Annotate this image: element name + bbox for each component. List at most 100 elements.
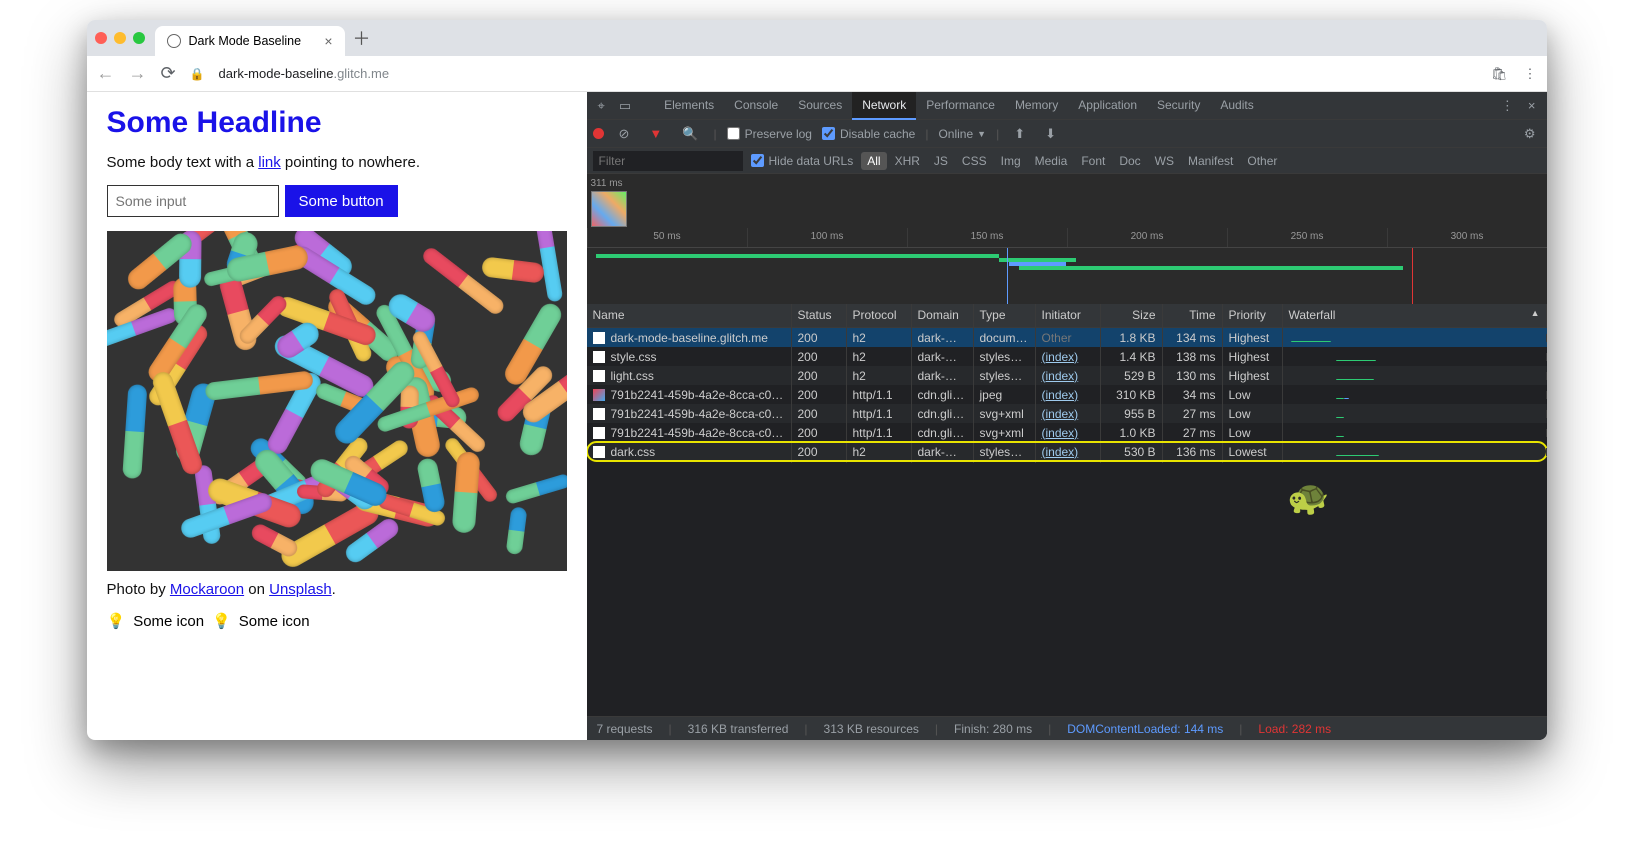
devtools-menu-icon[interactable]: ⋮ (1496, 95, 1519, 117)
overview-bars (587, 248, 1547, 304)
column-header-type[interactable]: Type (974, 304, 1036, 327)
clear-button[interactable]: ⊘ (614, 123, 635, 145)
network-row[interactable]: dark-mode-baseline.glitch.me200h2dark-mo… (587, 328, 1547, 347)
column-header-time[interactable]: Time (1163, 304, 1223, 327)
type-filter-other[interactable]: Other (1241, 152, 1283, 170)
filter-input[interactable] (593, 151, 743, 171)
devtools-tab-application[interactable]: Application (1068, 92, 1147, 120)
devtools-close-icon[interactable]: × (1523, 95, 1541, 117)
bulb-icon: 💡 (212, 612, 231, 630)
ruler-tick: 300 ms (1387, 228, 1547, 247)
network-row[interactable]: style.css200h2dark-mo…stylesheet(index)1… (587, 347, 1547, 366)
transferred-size: 316 KB transferred (688, 722, 789, 736)
type-filter-doc[interactable]: Doc (1113, 152, 1146, 170)
overview-time-badge: 311 ms (591, 178, 627, 189)
record-button[interactable] (593, 128, 604, 139)
filter-toggle-icon[interactable]: ▼ (644, 123, 667, 144)
url-display[interactable]: dark-mode-baseline.glitch.me (219, 66, 390, 81)
type-filter-css[interactable]: CSS (956, 152, 993, 170)
network-row[interactable]: 791b2241-459b-4a2e-8cca-c0fdc2…200http/1… (587, 404, 1547, 423)
devtools-tab-performance[interactable]: Performance (916, 92, 1005, 120)
column-header-status[interactable]: Status (792, 304, 847, 327)
hide-data-urls-checkbox[interactable]: Hide data URLs (751, 154, 854, 168)
new-tab-button[interactable]: ＋ (353, 25, 371, 51)
download-icon[interactable]: ⬇ (1040, 123, 1061, 145)
rendered-page: Some Headline Some body text with a link… (87, 92, 587, 740)
dcl-time: DOMContentLoaded: 144 ms (1067, 722, 1223, 736)
network-settings-icon[interactable]: ⚙ (1519, 123, 1541, 145)
disable-cache-checkbox[interactable]: Disable cache (822, 127, 915, 141)
maximize-window-button[interactable] (133, 32, 145, 44)
type-filter-all[interactable]: All (861, 152, 886, 170)
browser-tab-strip: Dark Mode Baseline × ＋ (87, 20, 1547, 56)
type-filter-font[interactable]: Font (1075, 152, 1111, 170)
window-controls (95, 32, 145, 44)
device-toolbar-icon[interactable]: ▭ (614, 95, 636, 117)
globe-icon (167, 34, 181, 48)
caption-source-link[interactable]: Unsplash (269, 581, 332, 598)
network-table-header[interactable]: NameStatusProtocolDomainTypeInitiatorSiz… (587, 304, 1547, 328)
finish-time: Finish: 280 ms (954, 722, 1032, 736)
column-header-waterfall[interactable]: Waterfall ▲ (1283, 304, 1547, 327)
devtools-tab-elements[interactable]: Elements (654, 92, 724, 120)
network-row[interactable]: 791b2241-459b-4a2e-8cca-c0fdc2…200http/1… (587, 385, 1547, 404)
back-button[interactable]: ← (97, 63, 115, 84)
type-filter-manifest[interactable]: Manifest (1182, 152, 1239, 170)
search-icon[interactable]: 🔍 (677, 123, 703, 145)
close-tab-icon[interactable]: × (324, 33, 332, 49)
forward-button[interactable]: → (129, 63, 147, 84)
type-filter-img[interactable]: Img (995, 152, 1027, 170)
close-window-button[interactable] (95, 32, 107, 44)
devtools-tab-sources[interactable]: Sources (788, 92, 852, 120)
body-link[interactable]: link (258, 154, 281, 171)
image-caption: Photo by Mockaroon on Unsplash. (107, 581, 567, 598)
browser-menu-icon[interactable]: ⋮ (1524, 66, 1537, 82)
extensions-icon[interactable]: 🛍 (1491, 66, 1508, 82)
type-filter-js[interactable]: JS (928, 152, 954, 170)
body-text: Some body text with a link pointing to n… (107, 154, 567, 171)
type-filter-xhr[interactable]: XHR (889, 152, 926, 170)
preserve-log-checkbox[interactable]: Preserve log (727, 127, 812, 141)
column-header-initiator[interactable]: Initiator (1036, 304, 1101, 327)
inspect-icon[interactable]: ⌖ (593, 95, 610, 117)
type-filter-media[interactable]: Media (1029, 152, 1074, 170)
throttling-select[interactable]: Online ▼ (938, 127, 986, 141)
address-bar: ← → ⟳ 🔒 dark-mode-baseline.glitch.me 🛍 ⋮ (87, 56, 1547, 92)
devtools-panel: ⌖ ▭ ElementsConsoleSourcesNetworkPerform… (587, 92, 1547, 740)
column-header-protocol[interactable]: Protocol (847, 304, 912, 327)
network-row[interactable]: dark.css200h2dark-mo…stylesheet(index)53… (587, 442, 1547, 461)
load-time: Load: 282 ms (1258, 722, 1331, 736)
devtools-tab-network[interactable]: Network (852, 92, 916, 120)
devtools-tab-console[interactable]: Console (724, 92, 788, 120)
upload-icon[interactable]: ⬆ (1009, 123, 1030, 145)
time-ruler: 50 ms100 ms150 ms200 ms250 ms300 ms (587, 228, 1547, 248)
resources-size: 313 KB resources (824, 722, 919, 736)
devtools-tab-memory[interactable]: Memory (1005, 92, 1068, 120)
browser-tab[interactable]: Dark Mode Baseline × (155, 26, 345, 56)
dcl-marker (1007, 248, 1008, 304)
turtle-emoji: 🐢 (1287, 478, 1329, 518)
some-button[interactable]: Some button (285, 185, 398, 217)
requests-count: 7 requests (597, 722, 653, 736)
minimize-window-button[interactable] (114, 32, 126, 44)
devtools-tab-audits[interactable]: Audits (1210, 92, 1263, 120)
text-input[interactable] (107, 185, 279, 217)
column-header-domain[interactable]: Domain (912, 304, 974, 327)
caption-author-link[interactable]: Mockaroon (170, 581, 244, 598)
ruler-tick: 200 ms (1067, 228, 1227, 247)
icon-row: 💡 Some icon 💡 Some icon (107, 612, 567, 630)
page-headline: Some Headline (107, 106, 567, 140)
lock-icon[interactable]: 🔒 (190, 67, 205, 81)
type-filter-ws[interactable]: WS (1149, 152, 1180, 170)
network-overview[interactable]: 311 ms 50 ms100 ms150 ms200 ms250 ms300 … (587, 174, 1547, 304)
network-row[interactable]: 791b2241-459b-4a2e-8cca-c0fdc2…200http/1… (587, 423, 1547, 442)
ruler-tick: 50 ms (587, 228, 747, 247)
devtools-tab-security[interactable]: Security (1147, 92, 1210, 120)
hero-image (107, 231, 567, 571)
column-header-priority[interactable]: Priority (1223, 304, 1283, 327)
reload-button[interactable]: ⟳ (161, 63, 176, 84)
column-header-name[interactable]: Name (587, 304, 792, 327)
column-header-size[interactable]: Size (1101, 304, 1163, 327)
network-row[interactable]: light.css200h2dark-mo…stylesheet(index)5… (587, 366, 1547, 385)
load-marker (1412, 248, 1413, 304)
